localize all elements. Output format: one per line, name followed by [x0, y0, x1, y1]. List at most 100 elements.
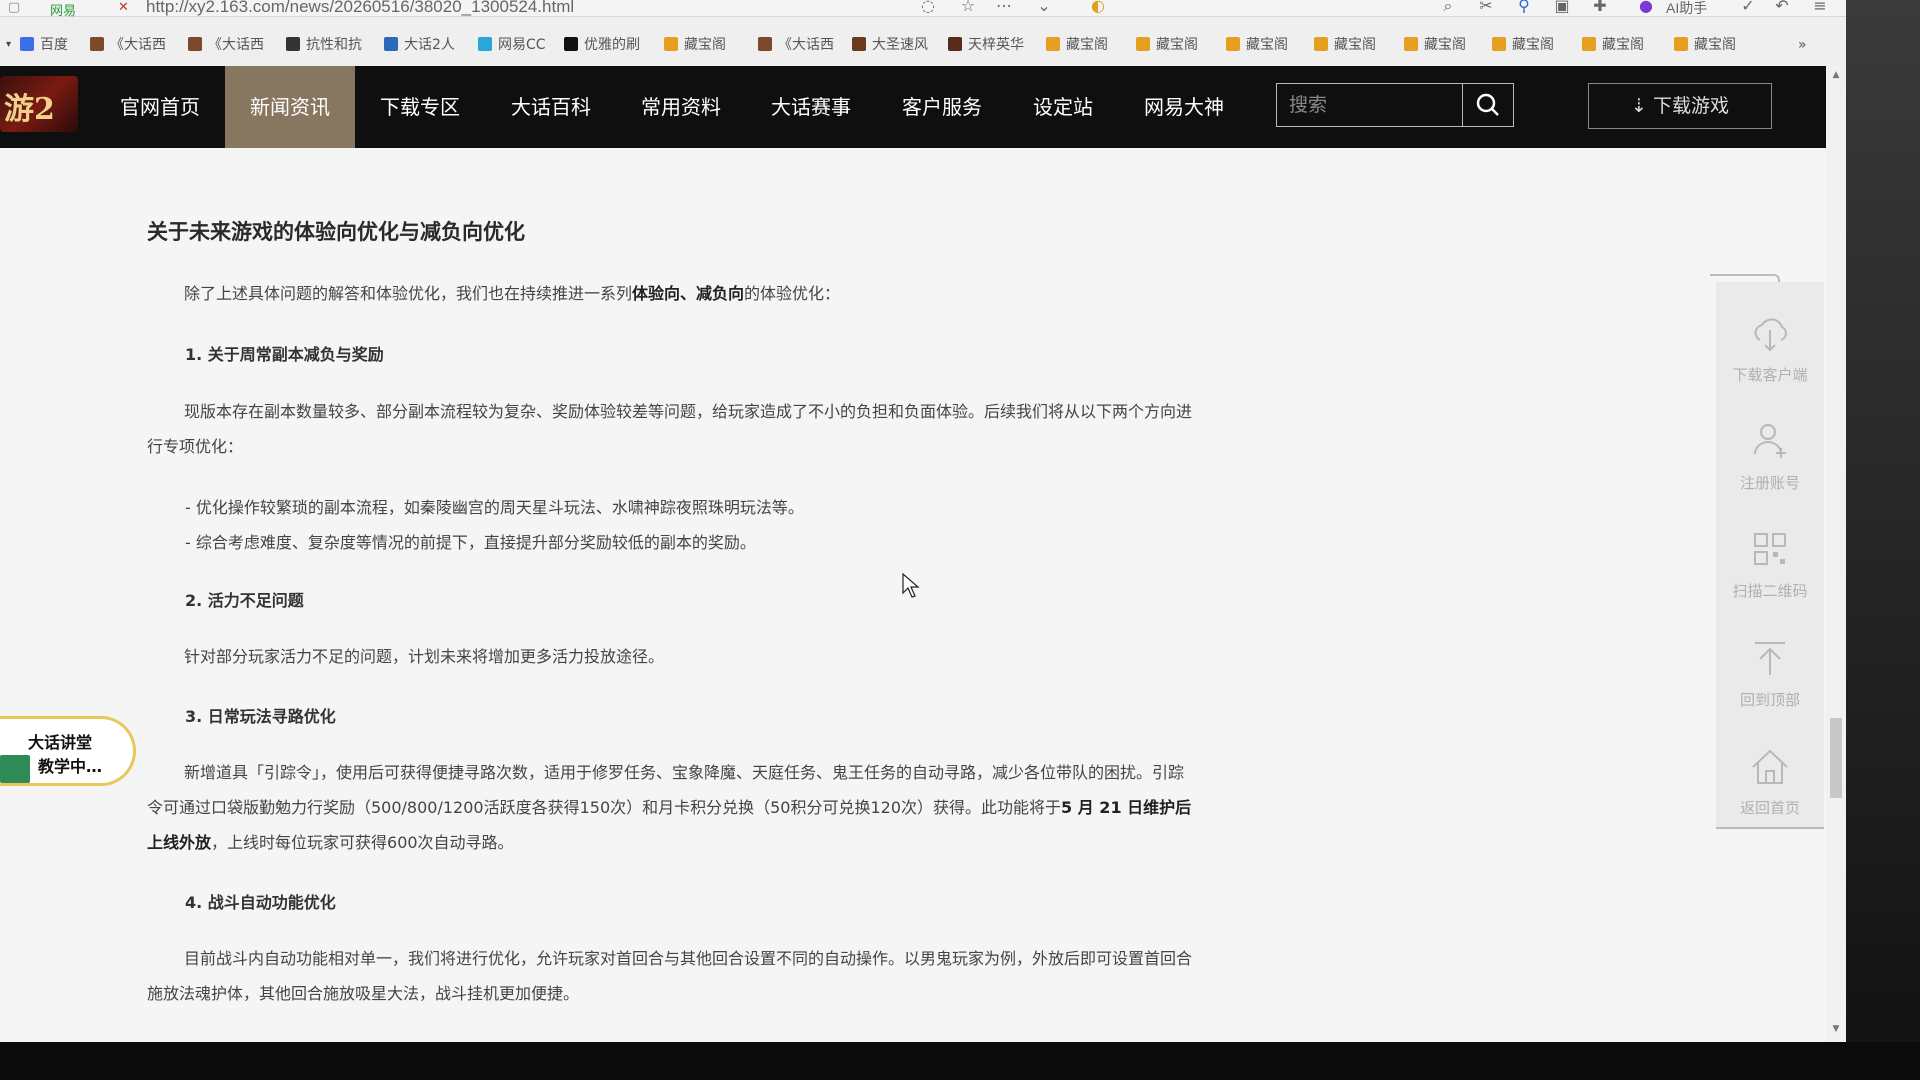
- bookmark-item[interactable]: 《大话西: [90, 35, 166, 55]
- download-game-button[interactable]: ⇣ 下载游戏: [1588, 83, 1772, 129]
- bookmark-favicon-icon: [758, 37, 772, 51]
- bookmark-toggle-icon[interactable]: ▾: [6, 35, 11, 55]
- scissors-icon[interactable]: ✂: [1476, 0, 1496, 16]
- url-text[interactable]: http://xy2.163.com/news/20260516/38020_1…: [146, 0, 574, 17]
- bookmark-item[interactable]: 藏宝阁: [664, 35, 726, 55]
- side-download-client[interactable]: 下载客户端: [1716, 302, 1824, 402]
- nav-item[interactable]: 设定站: [1008, 66, 1118, 148]
- cloud-download-icon: [1754, 318, 1787, 352]
- tab-square-icon[interactable]: ▢: [8, 0, 20, 15]
- magnifier-icon[interactable]: ⌕: [1438, 0, 1458, 16]
- star-icon[interactable]: ☆: [958, 0, 978, 16]
- bookmark-label: 藏宝阁: [1334, 37, 1376, 53]
- address-bar[interactable]: ▢ 网易 ✕ http://xy2.163.com/news/20260516/…: [0, 0, 1846, 19]
- shield-icon[interactable]: ◌: [918, 0, 938, 16]
- intro-bold: 体验向、减负向: [632, 284, 745, 303]
- section-1-paragraph: 现版本存在副本数量较多、部分副本流程较为复杂、奖励体验较差等问题，给玩家造成了不…: [147, 402, 1193, 456]
- logo-text: 游2: [4, 92, 55, 127]
- section-3-text: 新增道具「引踪令」，使用后可获得便捷寻路次数，适用于修罗任务、宝象降魔、天庭任务…: [147, 763, 1185, 817]
- nav-item[interactable]: 客户服务: [877, 66, 1007, 148]
- search-button[interactable]: [1462, 84, 1513, 126]
- scroll-up-icon[interactable]: ▲: [1826, 70, 1846, 84]
- bookmark-item[interactable]: 大话2人: [384, 35, 455, 55]
- side-item-label: 扫描二维码: [1732, 582, 1808, 600]
- side-scan-qrcode[interactable]: 扫描二维码: [1716, 518, 1824, 618]
- nav-item[interactable]: 官网首页: [96, 66, 224, 148]
- ai-assistant-label[interactable]: AI助手: [1666, 0, 1707, 18]
- bookmark-label: 天梓英华: [968, 37, 1024, 53]
- bookmark-favicon-icon: [478, 37, 492, 51]
- home-icon: [1752, 749, 1788, 784]
- bookmark-favicon-icon: [188, 37, 202, 51]
- bookmark-favicon-icon: [1314, 37, 1328, 51]
- bookmark-favicon-icon: [1404, 37, 1418, 51]
- desktop-background: [1846, 0, 1920, 1080]
- page-scrollbar[interactable]: ▲ ▼: [1826, 66, 1846, 1042]
- bookmark-item[interactable]: 《大话西: [758, 35, 834, 55]
- section-3-paragraph: 新增道具「引踪令」，使用后可获得便捷寻路次数，适用于修罗任务、宝象降魔、天庭任务…: [147, 755, 1197, 860]
- bookmark-item[interactable]: 藏宝阁: [1046, 35, 1108, 55]
- bookmark-item[interactable]: 藏宝阁: [1492, 35, 1554, 55]
- nav-item[interactable]: 新闻资讯: [225, 66, 355, 148]
- nav-item[interactable]: 大话百科: [486, 66, 616, 148]
- bookmark-label: 藏宝阁: [1602, 37, 1644, 53]
- ai-assistant-icon[interactable]: ●: [1636, 0, 1656, 16]
- download-check-icon[interactable]: ✓: [1738, 0, 1758, 16]
- bookmark-favicon-icon: [1226, 37, 1240, 51]
- chevron-down-icon[interactable]: ⌄: [1034, 0, 1054, 16]
- bookmarks-more-icon[interactable]: »: [1798, 35, 1807, 55]
- tab-favicon-label: 网易: [50, 4, 77, 19]
- scroll-down-icon[interactable]: ▼: [1826, 1024, 1846, 1038]
- bookmark-favicon-icon: [564, 37, 578, 51]
- search-input[interactable]: [1277, 84, 1463, 126]
- bookmark-item[interactable]: 藏宝阁: [1226, 35, 1288, 55]
- bookmark-item[interactable]: 藏宝阁: [1582, 35, 1644, 55]
- extension-icon[interactable]: ✚: [1590, 0, 1610, 16]
- undo-icon[interactable]: ↶: [1772, 0, 1792, 16]
- bookmark-label: 藏宝阁: [1424, 37, 1466, 53]
- scroll-thumb[interactable]: [1830, 718, 1842, 798]
- badge-line-1: 大话讲堂: [28, 733, 93, 752]
- nav-item[interactable]: 大话赛事: [746, 66, 876, 148]
- bookmarks-bar: ▾ 百度 《大话西 《大话西 抗性和抗 大话2人 网易CC 优雅的刷 藏宝阁 《大话西 大圣速风 天…: [0, 30, 1846, 60]
- nav-item[interactable]: 常用资料: [616, 66, 746, 148]
- nav-item[interactable]: 下载专区: [355, 66, 485, 148]
- side-back-home[interactable]: 返回首页: [1716, 735, 1824, 835]
- menu-icon[interactable]: ≡: [1810, 0, 1830, 16]
- bookmark-label: 《大话西: [778, 37, 834, 53]
- bookmark-item[interactable]: 抗性和抗: [286, 35, 362, 55]
- nav-item[interactable]: 网易大神: [1120, 66, 1248, 148]
- bookmark-favicon-icon: [852, 37, 866, 51]
- window-icon[interactable]: ▣: [1552, 0, 1572, 16]
- bookmark-label: 藏宝阁: [1512, 37, 1554, 53]
- key-icon[interactable]: ⚲: [1514, 0, 1534, 16]
- side-register-account[interactable]: 注册账号: [1716, 410, 1824, 510]
- bookmark-item[interactable]: 藏宝阁: [1136, 35, 1198, 55]
- bookmark-item[interactable]: 藏宝阁: [1674, 35, 1736, 55]
- bookmark-label: 藏宝阁: [1156, 37, 1198, 53]
- lecture-badge[interactable]: 大话讲堂 教学中…: [0, 716, 136, 786]
- bookmark-item[interactable]: 网易CC: [478, 35, 546, 55]
- bookmark-favicon-icon: [90, 37, 104, 51]
- side-item-label: 返回首页: [1739, 799, 1800, 817]
- section-1-item: - 综合考虑难度、复杂度等情况的前提下，直接提升部分奖励较低的副本的奖励。: [185, 533, 756, 552]
- search-engine-icon[interactable]: ◐: [1088, 0, 1108, 16]
- bookmark-item[interactable]: 大圣速风: [852, 35, 928, 55]
- bookmark-item[interactable]: 藏宝阁: [1314, 35, 1376, 55]
- bookmark-item[interactable]: 天梓英华: [948, 35, 1024, 55]
- side-item-label: 回到顶部: [1739, 691, 1800, 709]
- section-4-title: 4. 战斗自动功能优化: [185, 893, 336, 912]
- side-back-to-top[interactable]: 回到顶部: [1716, 627, 1824, 727]
- bookmark-label: 抗性和抗: [306, 37, 362, 53]
- article-title: 关于未来游戏的体验向优化与减负向优化: [147, 220, 525, 244]
- security-icon: ✕: [118, 0, 129, 15]
- more-icon[interactable]: ⋯: [994, 0, 1014, 16]
- game-logo[interactable]: 游2: [0, 76, 78, 132]
- bookmark-item[interactable]: 藏宝阁: [1404, 35, 1466, 55]
- bookmark-item[interactable]: 优雅的刷: [564, 35, 640, 55]
- bookmark-item[interactable]: 《大话西: [188, 35, 264, 55]
- bookmark-favicon-icon: [286, 37, 300, 51]
- side-item-label: 注册账号: [1739, 474, 1800, 492]
- book-icon: [0, 755, 30, 783]
- bookmark-item[interactable]: 百度: [20, 35, 68, 55]
